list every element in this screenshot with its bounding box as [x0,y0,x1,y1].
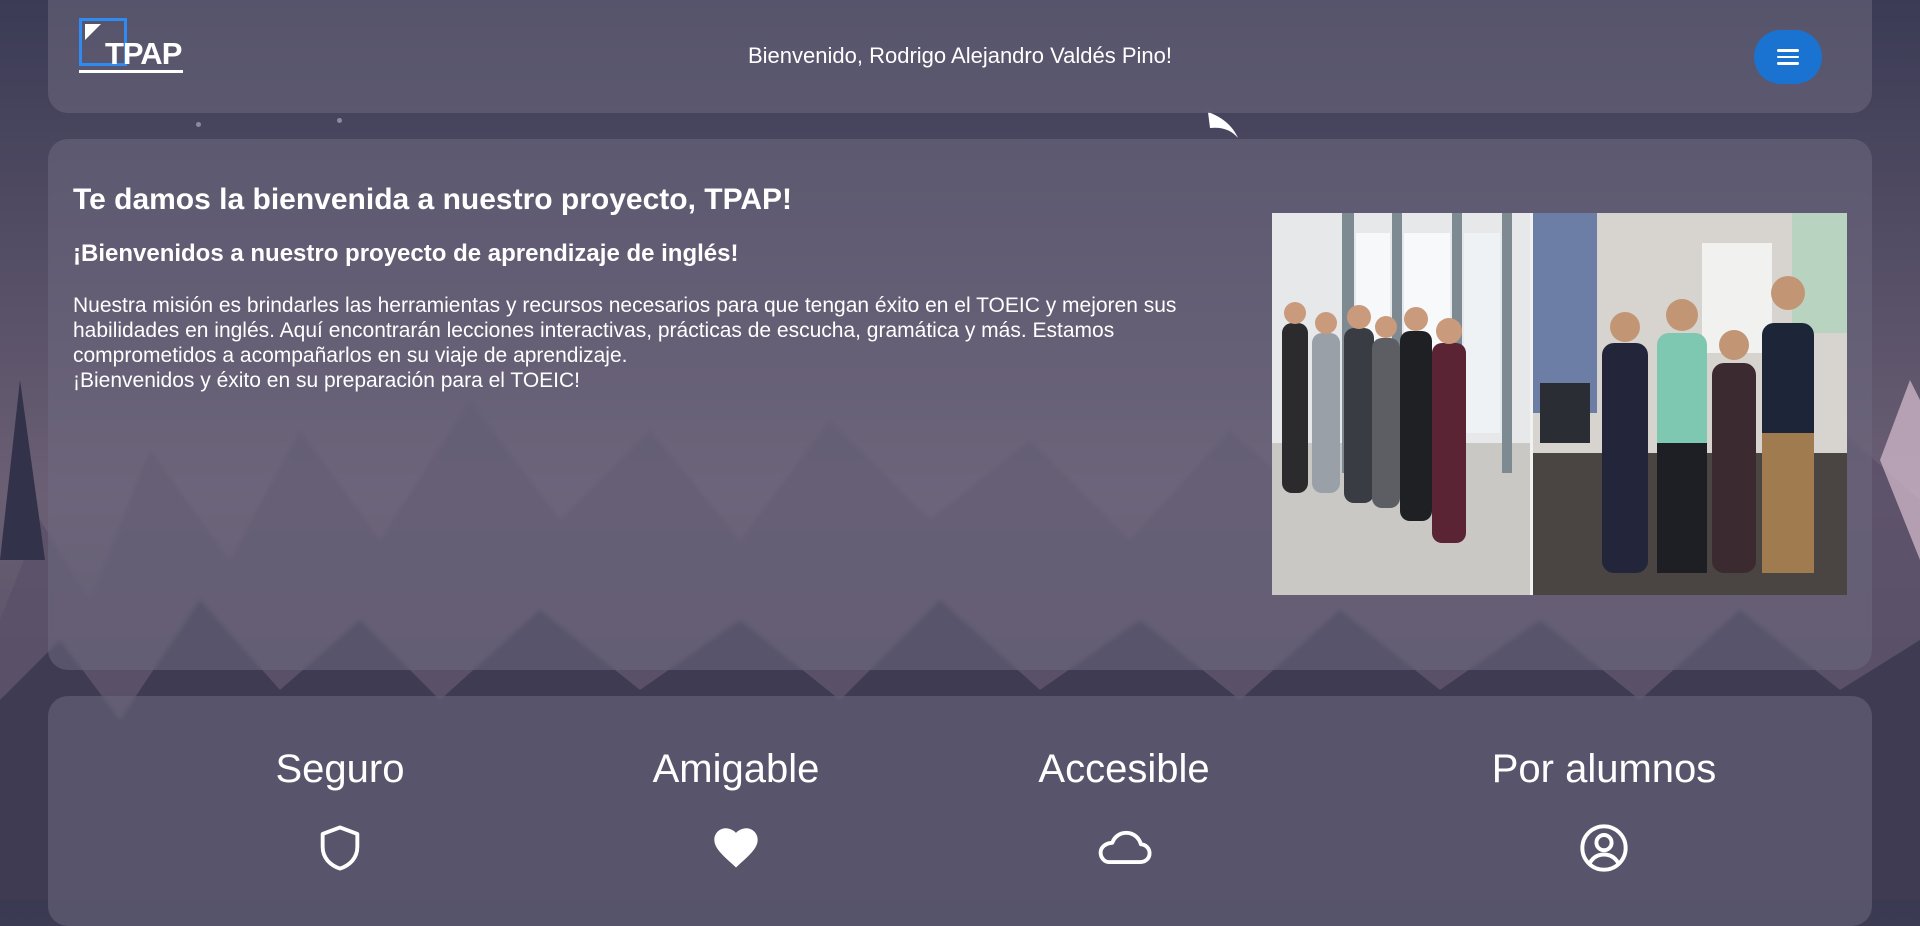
mission-paragraph: Nuestra misión es brindarles las herrami… [73,294,1177,367]
group-photo [1272,213,1847,595]
feature-title: Amigable [652,747,820,791]
logo-underline [79,70,183,73]
feature-amigable: Amigable [616,746,856,874]
top-navbar: TPAP Bienvenido, Rodrigo Alejandro Valdé… [48,0,1872,113]
welcome-title: Te damos la bienvenida a nuestro proyect… [73,183,793,216]
feature-title: Por alumnos [1491,747,1717,791]
mission-text: Nuestra misión es brindarles las herrami… [73,293,1253,393]
features-section: Seguro Amigable Accesible Por alumnos [48,696,1872,926]
logo-triangle [85,24,101,40]
group-photo-illustration [1272,213,1847,595]
menu-button[interactable] [1754,30,1822,84]
feature-accesible: Accesible [1004,746,1244,874]
closing-line: ¡Bienvenidos y éxito en su preparación p… [73,369,581,392]
star [337,118,342,123]
feature-title: Accesible [1038,747,1210,791]
star [196,122,201,127]
welcome-message: Bienvenido, Rodrigo Alejandro Valdés Pin… [748,43,1172,68]
user-circle-icon [1578,822,1630,874]
shield-icon [314,822,366,874]
feature-seguro: Seguro [220,746,460,874]
feature-title: Seguro [275,747,405,791]
welcome-subtitle: ¡Bienvenidos a nuestro proyecto de apren… [73,240,739,267]
heart-icon [710,822,762,874]
hamburger-icon [1777,49,1799,65]
feature-por-alumnos: Por alumnos [1444,746,1764,874]
welcome-section: Te damos la bienvenida a nuestro proyect… [48,139,1872,670]
cloud-icon [1093,822,1155,874]
